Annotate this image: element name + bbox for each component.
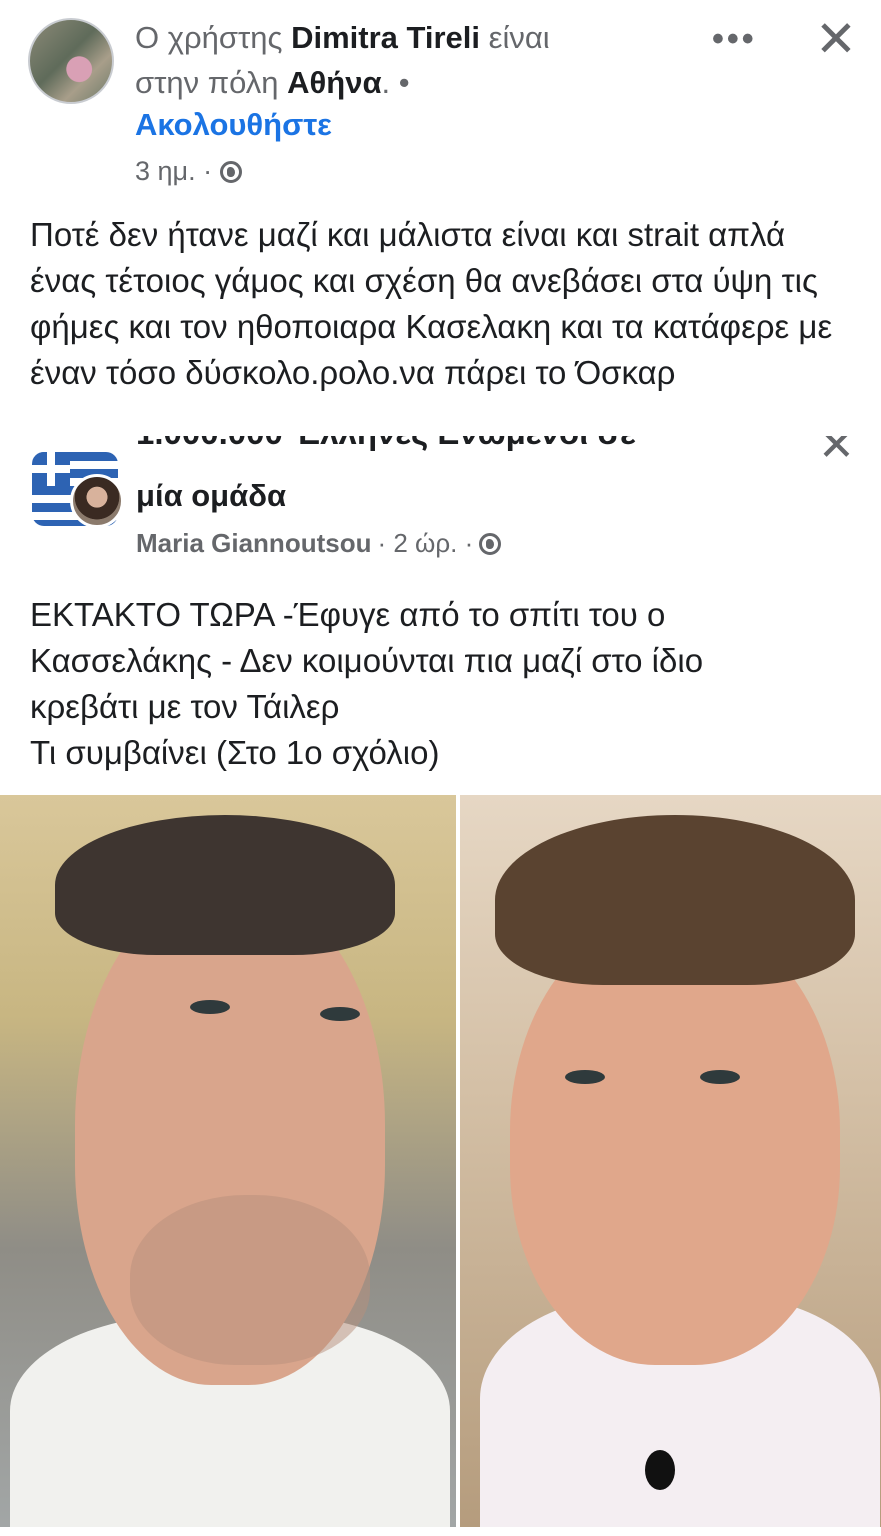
post-header-line-1: Ο χρήστης Dimitra Tireli είναι xyxy=(135,18,550,58)
shared-meta: Maria Giannoutsou · 2 ώρ. · xyxy=(136,528,502,559)
location-name[interactable]: Αθήνα xyxy=(287,65,381,100)
more-dots-icon[interactable]: ••• xyxy=(712,20,757,59)
eye-shape xyxy=(320,1007,360,1021)
eye-shape xyxy=(700,1070,740,1084)
eye-shape xyxy=(565,1070,605,1084)
group-name-clipped: 1.000.000 Έλληνες Ενωμένοι σε xyxy=(136,436,756,470)
eye-shape xyxy=(190,1000,230,1014)
author-avatar[interactable] xyxy=(28,18,114,104)
jaw-shadow xyxy=(130,1195,370,1365)
header-prefix: Ο χρήστης xyxy=(135,20,283,55)
sharer-avatar[interactable] xyxy=(70,474,124,528)
post-meta: 3 ημ. · xyxy=(135,156,243,187)
hair-shape xyxy=(55,815,395,955)
shared-body-text: ΕΚΤΑΚΤΟ ΤΩΡΑ -Έφυγε από το σπίτι του ο Κ… xyxy=(30,596,704,771)
group-name-line-1[interactable]: 1.000.000 Έλληνες Ενωμένοι σε xyxy=(136,436,756,452)
shared-time[interactable]: · 2 ώρ. · xyxy=(377,528,473,559)
location-suffix: . • xyxy=(381,65,410,100)
photo-left[interactable] xyxy=(0,795,456,1527)
post-body-text: Ποτέ δεν ήτανε μαζί και μάλιστα είναι κα… xyxy=(30,216,833,391)
close-icon[interactable]: ✕ xyxy=(815,10,857,68)
hair-shape xyxy=(495,815,855,985)
post-header-line-2: στην πόλη Αθήνα. • xyxy=(135,63,410,103)
photo-right[interactable] xyxy=(460,795,881,1527)
post-time[interactable]: 3 ημ. · xyxy=(135,156,212,187)
header-mid: είναι xyxy=(488,20,550,55)
flag-cross-icon xyxy=(32,452,70,486)
globe-icon xyxy=(479,532,502,555)
shared-close-icon[interactable]: ✕ xyxy=(818,436,858,466)
microphone-shape xyxy=(645,1450,675,1490)
group-name-line-2[interactable]: μία ομάδα xyxy=(136,478,286,514)
globe-icon xyxy=(220,160,243,183)
location-prefix: στην πόλη xyxy=(135,65,279,100)
follow-link[interactable]: Ακολουθήστε xyxy=(135,107,332,143)
author-name[interactable]: Dimitra Tireli xyxy=(291,20,480,55)
shared-author-name[interactable]: Maria Giannoutsou xyxy=(136,528,371,559)
